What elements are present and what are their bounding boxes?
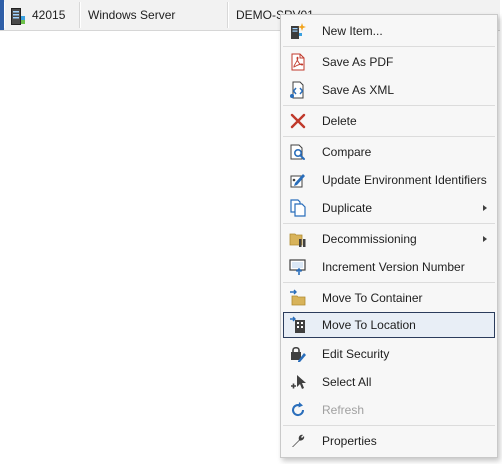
os-cell[interactable]: Windows Server bbox=[80, 2, 228, 28]
menu-item-move-to-location[interactable]: Move To Location bbox=[283, 312, 495, 338]
xml-icon bbox=[289, 81, 307, 99]
menu-separator bbox=[283, 105, 495, 106]
server-icon bbox=[11, 8, 25, 28]
menu-separator bbox=[283, 223, 495, 224]
pdf-icon bbox=[289, 53, 307, 71]
menu-item-label: Properties bbox=[322, 434, 377, 448]
increment-version-icon bbox=[289, 258, 307, 276]
menu-item-delete[interactable]: Delete bbox=[283, 108, 495, 134]
menu-separator bbox=[283, 46, 495, 47]
menu-item-decommissioning[interactable]: Decommissioning bbox=[283, 226, 495, 252]
id-value: 42015 bbox=[32, 8, 66, 22]
menu-item-label: Select All bbox=[322, 375, 372, 389]
update-identifiers-icon bbox=[289, 171, 307, 189]
new-item-icon bbox=[289, 22, 307, 40]
edit-security-icon bbox=[289, 345, 307, 363]
delete-x-icon bbox=[289, 112, 307, 130]
refresh-icon bbox=[289, 401, 307, 419]
menu-item-move-to-container[interactable]: Move To Container bbox=[283, 285, 495, 311]
wrench-icon bbox=[289, 432, 307, 450]
decommissioning-icon bbox=[289, 230, 307, 248]
menu-item-save-as-pdf[interactable]: Save As PDF bbox=[283, 49, 495, 75]
menu-item-label: Decommissioning bbox=[322, 232, 417, 246]
menu-separator bbox=[283, 425, 495, 426]
menu-item-refresh: Refresh bbox=[283, 397, 495, 423]
menu-item-label: Update Environment Identifiers bbox=[322, 173, 487, 187]
menu-item-select-all[interactable]: Select All bbox=[283, 369, 495, 395]
menu-item-label: New Item... bbox=[322, 24, 383, 38]
menu-item-save-as-xml[interactable]: Save As XML bbox=[283, 77, 495, 103]
screen: 42015 Windows Server DEMO-SRV01 New Item… bbox=[0, 0, 502, 464]
menu-item-label: Refresh bbox=[322, 403, 365, 417]
menu-item-label: Save As PDF bbox=[322, 55, 394, 69]
menu-item-properties[interactable]: Properties bbox=[283, 428, 495, 454]
id-cell[interactable]: 42015 bbox=[4, 2, 80, 28]
menu-separator bbox=[283, 136, 495, 137]
menu-item-label: Move To Container bbox=[322, 291, 423, 305]
menu-item-label: Edit Security bbox=[322, 347, 390, 361]
context-menu: New Item... Save As PDF Save As XML Dele… bbox=[280, 14, 498, 458]
menu-item-update-environment-identifiers[interactable]: Update Environment Identifiers bbox=[283, 167, 495, 193]
menu-item-label: Move To Location bbox=[322, 318, 416, 332]
move-location-icon bbox=[289, 316, 307, 334]
submenu-arrow-icon bbox=[483, 236, 487, 242]
menu-item-label: Increment Version Number bbox=[322, 260, 465, 274]
submenu-arrow-icon bbox=[483, 205, 487, 211]
menu-item-label: Delete bbox=[322, 114, 357, 128]
menu-item-label: Save As XML bbox=[322, 83, 395, 97]
move-container-icon bbox=[289, 289, 307, 307]
menu-item-compare[interactable]: Compare bbox=[283, 139, 495, 165]
compare-icon bbox=[289, 143, 307, 161]
menu-item-increment-version-number[interactable]: Increment Version Number bbox=[283, 254, 495, 280]
menu-item-duplicate[interactable]: Duplicate bbox=[283, 195, 495, 221]
menu-item-new-item[interactable]: New Item... bbox=[283, 18, 495, 44]
menu-item-label: Compare bbox=[322, 145, 372, 159]
select-all-icon bbox=[289, 373, 307, 391]
duplicate-icon bbox=[289, 199, 307, 217]
menu-item-label: Duplicate bbox=[322, 201, 373, 215]
menu-item-edit-security[interactable]: Edit Security bbox=[283, 341, 495, 367]
menu-separator bbox=[283, 282, 495, 283]
